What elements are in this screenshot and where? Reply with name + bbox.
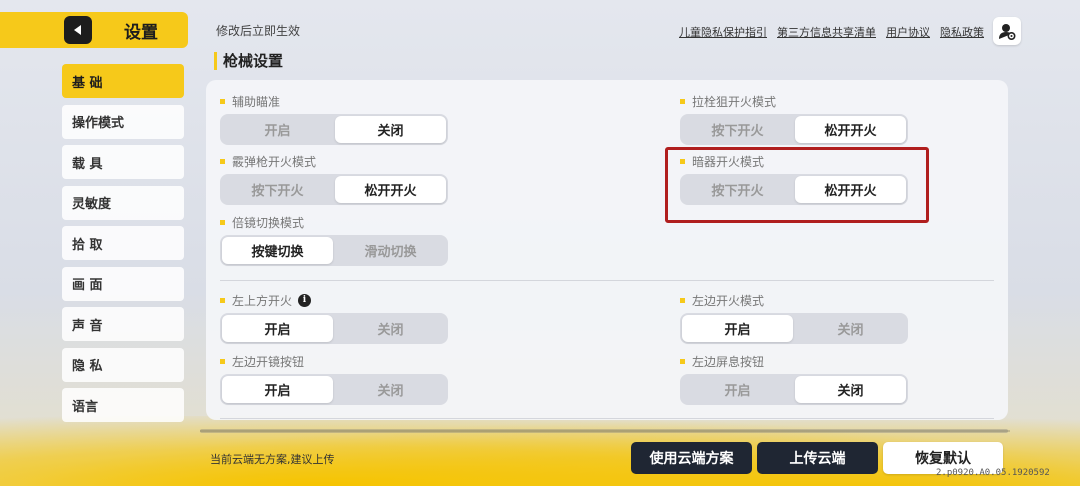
user-settings-button[interactable] — [993, 17, 1021, 45]
sidebar-item-language[interactable]: 语言 — [62, 388, 184, 422]
info-icon[interactable]: i — [298, 293, 312, 307]
bullet-marker — [680, 297, 685, 303]
sidebar: 基 础 操作模式 载 具 灵敏度 拾 取 画 面 声 音 隐 私 语言 — [62, 64, 184, 429]
shotgun-fire-toggle: 按下开火 松开开火 — [220, 174, 448, 205]
sidebar-item-basic[interactable]: 基 础 — [62, 64, 184, 98]
option-aim-assist: 辅助瞄准 开启 关闭 — [220, 93, 448, 145]
back-button[interactable] — [64, 16, 92, 44]
option-left-scope-button: 左边开镜按钮 开启 关闭 — [220, 353, 448, 405]
option-scope-switch: 倍镜切换模式 按键切换 滑动切换 — [220, 214, 448, 266]
sniper-press-fire-button[interactable]: 按下开火 — [682, 116, 793, 143]
option-label: 左边开镜按钮 — [232, 354, 305, 369]
page-title: 设置 — [124, 22, 158, 43]
third-party-list-link[interactable]: 第三方信息共享清单 — [777, 24, 876, 40]
top-left-fire-toggle: 开启 关闭 — [220, 313, 448, 344]
left-fire-off-button[interactable]: 关闭 — [795, 315, 906, 342]
option-label: 左上方开火 — [232, 293, 293, 308]
settings-title-tab: 设置 — [0, 12, 188, 48]
user-settings-icon — [999, 24, 1016, 40]
scrollbar-thumb[interactable] — [200, 429, 1008, 433]
sidebar-item-pickup[interactable]: 拾 取 — [62, 226, 184, 260]
back-arrow-icon — [74, 25, 81, 35]
option-bolt-sniper-fire: 拉栓狙开火模式 按下开火 松开开火 — [680, 93, 908, 145]
effect-hint: 修改后立即生效 — [216, 24, 301, 38]
policy-links: 儿童隐私保护指引 第三方信息共享清单 用户协议 隐私政策 — [679, 24, 984, 40]
highlight-box — [665, 147, 929, 223]
option-top-left-fire: 左上方开火 i 开启 关闭 — [220, 292, 448, 344]
upload-cloud-button[interactable]: 上传云端 — [757, 442, 878, 474]
aim-assist-off-button[interactable]: 关闭 — [335, 116, 446, 143]
section-divider — [220, 418, 994, 419]
left-fire-mode-toggle: 开启 关闭 — [680, 313, 908, 344]
bullet-marker — [220, 358, 225, 364]
scope-switch-toggle: 按键切换 滑动切换 — [220, 235, 448, 266]
top-left-fire-on-button[interactable]: 开启 — [222, 315, 333, 342]
option-label: 左边屏息按钮 — [692, 354, 765, 369]
cloud-hint: 当前云端无方案,建议上传 — [210, 453, 335, 466]
privacy-policy-link[interactable]: 隐私政策 — [940, 24, 984, 40]
hold-breath-on-button[interactable]: 开启 — [682, 376, 793, 403]
hold-breath-off-button[interactable]: 关闭 — [795, 376, 906, 403]
bullet-marker — [220, 158, 225, 164]
shotgun-release-fire-button[interactable]: 松开开火 — [335, 176, 446, 203]
sidebar-item-vehicle[interactable]: 载 具 — [62, 145, 184, 179]
scope-button-switch-button[interactable]: 按键切换 — [222, 237, 333, 264]
bullet-marker — [220, 219, 225, 225]
left-scope-on-button[interactable]: 开启 — [222, 376, 333, 403]
bullet-marker — [680, 98, 685, 104]
aim-assist-on-button[interactable]: 开启 — [222, 116, 333, 143]
option-label: 倍镜切换模式 — [232, 215, 305, 230]
left-hold-breath-toggle: 开启 关闭 — [680, 374, 908, 405]
left-scope-off-button[interactable]: 关闭 — [335, 376, 446, 403]
option-label: 辅助瞄准 — [232, 94, 281, 109]
sidebar-item-control-mode[interactable]: 操作模式 — [62, 104, 184, 139]
option-shotgun-fire: 霰弹枪开火模式 按下开火 松开开火 — [220, 153, 448, 205]
sidebar-item-graphics[interactable]: 画 面 — [62, 266, 184, 301]
option-label: 霰弹枪开火模式 — [232, 154, 317, 169]
bullet-marker — [220, 297, 225, 303]
top-left-fire-off-button[interactable]: 关闭 — [335, 315, 446, 342]
option-left-fire-mode: 左边开火模式 开启 关闭 — [680, 292, 908, 344]
option-label: 拉栓狙开火模式 — [692, 94, 777, 109]
scope-slide-switch-button[interactable]: 滑动切换 — [335, 237, 446, 264]
horizontal-scrollbar[interactable] — [200, 429, 1010, 433]
bullet-marker — [680, 358, 685, 364]
sidebar-item-privacy[interactable]: 隐 私 — [62, 347, 184, 382]
version-label: 2.p0920.A0.05.1920592 — [936, 468, 1050, 478]
settings-panel: 辅助瞄准 开启 关闭 霰弹枪开火模式 按下开火 松开开火 倍镜切换模式 按键切换… — [206, 80, 1008, 420]
sidebar-item-sound[interactable]: 声 音 — [62, 307, 184, 341]
use-cloud-plan-button[interactable]: 使用云端方案 — [631, 442, 752, 474]
sniper-release-fire-button[interactable]: 松开开火 — [795, 116, 906, 143]
option-left-hold-breath: 左边屏息按钮 开启 关闭 — [680, 353, 908, 405]
sidebar-item-sensitivity[interactable]: 灵敏度 — [62, 185, 184, 220]
user-agreement-link[interactable]: 用户协议 — [886, 24, 930, 40]
bolt-sniper-fire-toggle: 按下开火 松开开火 — [680, 114, 908, 145]
child-privacy-link[interactable]: 儿童隐私保护指引 — [679, 24, 767, 40]
section-title: 枪械设置 — [214, 52, 283, 70]
left-fire-on-button[interactable]: 开启 — [682, 315, 793, 342]
shotgun-press-fire-button[interactable]: 按下开火 — [222, 176, 333, 203]
left-scope-toggle: 开启 关闭 — [220, 374, 448, 405]
section-divider — [220, 280, 994, 281]
option-label: 左边开火模式 — [692, 293, 765, 308]
aim-assist-toggle: 开启 关闭 — [220, 114, 448, 145]
bullet-marker — [220, 98, 225, 104]
